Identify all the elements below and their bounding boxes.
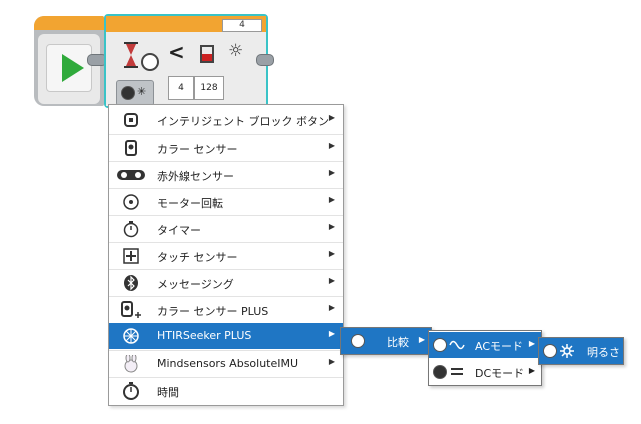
ir-seeker-mode-icon <box>543 344 557 358</box>
brightness-label: 明るさ <box>587 346 620 359</box>
submenu-arrow-icon: ▶ <box>328 276 335 285</box>
submenu-arrow-icon: ▶ <box>418 335 425 344</box>
ir-seeker-icon <box>123 328 139 344</box>
wait-block[interactable]: 4 < ☼ 4 128 ✳ <box>104 14 268 108</box>
hourglass-icon <box>124 42 138 68</box>
submenu-arrow-icon: ▶ <box>328 168 335 177</box>
menu-item-color-sensor[interactable]: カラー センサー ▶ <box>109 134 343 161</box>
menu-item-label: モーター回転 <box>157 197 223 210</box>
start-block-body <box>38 34 100 104</box>
submenu-arrow-icon: ▶ <box>328 329 335 338</box>
menu-item-label: 時間 <box>157 386 179 399</box>
menu-item-timer[interactable]: タイマー ▶ <box>109 215 343 242</box>
motor-rotation-icon <box>123 194 139 210</box>
port-selector[interactable]: 4 <box>222 19 262 32</box>
dc-mode-label: DCモード <box>475 367 525 380</box>
submenu-item-dc-mode[interactable]: DCモード ▶ <box>429 359 541 385</box>
play-icon <box>62 54 84 82</box>
submenu-mode: ACモード ▶ DCモード ▶ <box>428 330 542 386</box>
ac-mode-label: ACモード <box>475 340 524 353</box>
mode-light-icon: ✳ <box>137 85 147 98</box>
ir-seeker-mode-icon <box>433 338 447 352</box>
submenu-arrow-icon: ▶ <box>328 249 335 258</box>
ir-seeker-mode-icon <box>433 365 447 379</box>
menu-item-messaging[interactable]: メッセージング ▶ <box>109 269 343 296</box>
stopwatch-icon <box>123 382 139 400</box>
imu-icon <box>124 355 138 373</box>
submenu-arrow-icon: ▶ <box>328 303 335 312</box>
ir-seeker-mode-icon <box>121 86 135 100</box>
menu-item-label: タイマー <box>157 224 201 237</box>
brightness-icon <box>560 344 574 358</box>
threshold-icon <box>200 45 214 63</box>
infrared-sensor-icon <box>117 170 145 180</box>
submenu-compare[interactable]: 比較 ▶ <box>340 327 432 355</box>
menu-item-label: 赤外線センサー <box>157 170 234 183</box>
menu-item-color-sensor-plus[interactable]: カラー センサー PLUS ▶ <box>109 296 343 323</box>
menu-item-time[interactable]: 時間 <box>109 377 343 404</box>
menu-item-label: タッチ センサー <box>157 251 238 264</box>
menu-item-label: カラー センサー PLUS <box>157 305 269 318</box>
menu-item-brick-buttons[interactable]: インテリジェント ブロック ボタン ▶ <box>109 107 343 133</box>
submenu-item-ac-mode[interactable]: ACモード ▶ <box>429 332 541 358</box>
start-block-header <box>34 16 104 30</box>
timer-icon <box>123 221 139 238</box>
ir-seeker-mode-icon <box>351 334 365 348</box>
color-sensor-plus-icon <box>121 301 141 318</box>
brick-buttons-icon <box>124 113 138 127</box>
menu-item-infrared-sensor[interactable]: 赤外線センサー ▶ <box>109 161 343 188</box>
submenu-arrow-icon: ▶ <box>528 366 535 375</box>
threshold-level <box>202 54 212 61</box>
bluetooth-icon <box>124 275 138 291</box>
wait-block-header: 4 <box>106 16 266 32</box>
menu-item-label: Mindsensors AbsoluteIMU <box>157 357 299 370</box>
compare-type-input[interactable]: 4 <box>168 76 194 100</box>
sensor-menu: インテリジェント ブロック ボタン ▶ カラー センサー ▶ 赤外線センサー ▶… <box>108 104 344 406</box>
ac-wave-icon <box>449 340 465 350</box>
menu-item-motor-rotation[interactable]: モーター回転 ▶ <box>109 188 343 215</box>
menu-item-label: メッセージング <box>157 278 234 291</box>
submenu-arrow-icon: ▶ <box>528 339 535 348</box>
submenu-arrow-icon: ▶ <box>328 357 335 366</box>
submenu-brightness[interactable]: 明るさ <box>538 337 624 365</box>
submenu-arrow-icon: ▶ <box>328 222 335 231</box>
submenu-arrow-icon: ▶ <box>328 113 335 122</box>
menu-item-label: HTIRSeeker PLUS <box>157 329 252 342</box>
ir-seeker-icon <box>141 53 159 71</box>
output-connector[interactable] <box>256 54 274 66</box>
light-icon: ☼ <box>228 41 244 61</box>
submenu-arrow-icon: ▶ <box>328 141 335 150</box>
submenu-arrow-icon: ▶ <box>328 195 335 204</box>
touch-sensor-icon <box>123 248 139 264</box>
wait-block-body: < ☼ 4 128 ✳ <box>106 32 266 106</box>
menu-item-label: インテリジェント ブロック ボタン <box>157 115 329 128</box>
submenu-compare-label: 比較 <box>387 336 409 349</box>
menu-item-absolute-imu[interactable]: Mindsensors AbsoluteIMU ▶ <box>109 350 343 377</box>
color-sensor-icon <box>125 140 137 156</box>
threshold-input[interactable]: 128 <box>194 76 224 100</box>
compare-type-icon[interactable]: < <box>168 40 185 64</box>
menu-item-htirseeker-plus[interactable]: HTIRSeeker PLUS ▶ <box>109 323 343 349</box>
mode-selector-button[interactable]: ✳ <box>116 80 154 106</box>
menu-item-label: カラー センサー <box>157 143 238 156</box>
menu-item-touch-sensor[interactable]: タッチ センサー ▶ <box>109 242 343 269</box>
play-button[interactable] <box>46 44 92 92</box>
dc-equals-icon <box>451 368 463 375</box>
